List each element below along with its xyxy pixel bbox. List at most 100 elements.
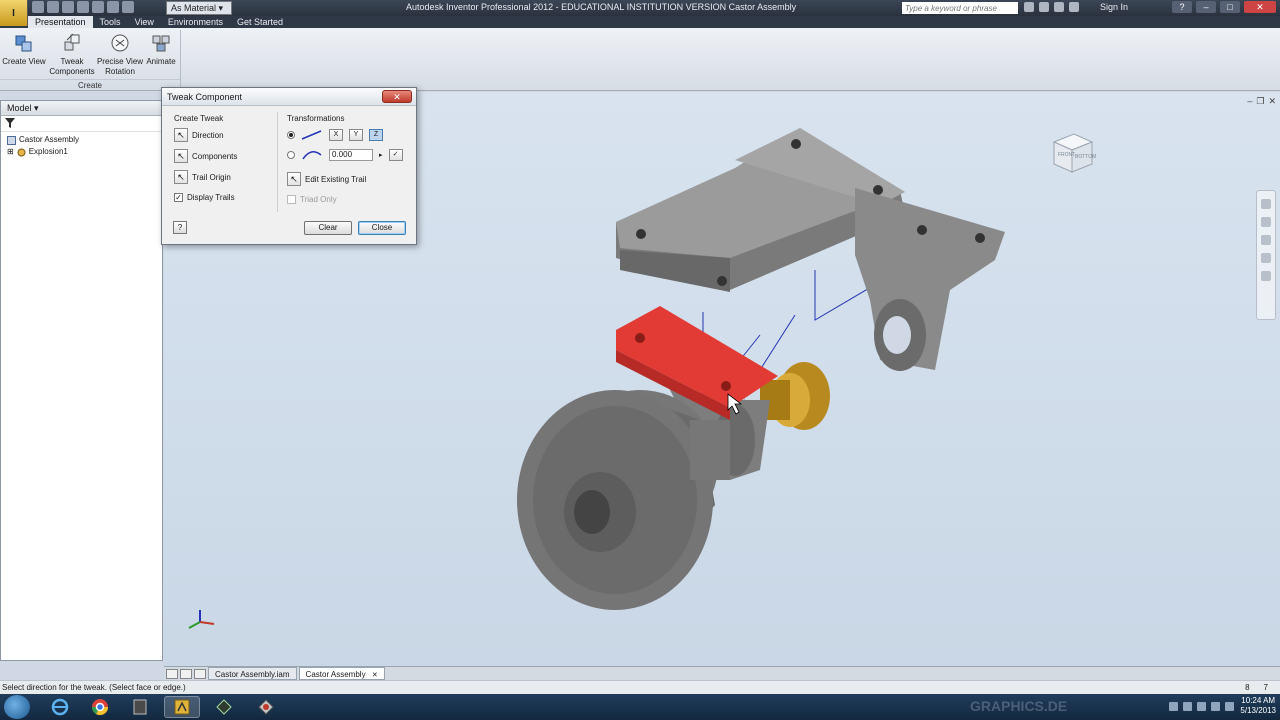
tile-windows-icon[interactable] — [166, 668, 178, 679]
tree-item-explosion1[interactable]: ⊞ Explosion1 — [7, 146, 156, 158]
arrange-windows-icon[interactable] — [180, 668, 192, 679]
doc-tab-close-icon[interactable]: ✕ — [372, 672, 378, 679]
create-view-label: Create View — [2, 57, 46, 66]
volume-icon[interactable] — [1197, 701, 1207, 711]
scroll-tabs-icon[interactable] — [194, 668, 206, 679]
search-icon[interactable] — [1024, 2, 1034, 12]
doc-tab-castor-assembly-iam[interactable]: Castor Assembly.iam — [208, 667, 297, 680]
viewcube[interactable]: FRONT BOTTOM — [1048, 128, 1098, 178]
clock-time: 10:24 AM — [1241, 696, 1276, 705]
y-axis-button[interactable]: Y — [349, 129, 363, 141]
doc-tab-castor-assembly[interactable]: Castor Assembly ✕ — [298, 667, 385, 680]
axis-triad-icon — [188, 610, 215, 629]
app2-taskbar-icon[interactable] — [206, 696, 242, 718]
start-button[interactable] — [4, 695, 30, 719]
subscription-icon[interactable] — [1054, 2, 1064, 12]
ie-taskbar-icon[interactable] — [42, 696, 78, 718]
triad-only-checkbox[interactable] — [287, 194, 296, 204]
tab-get-started[interactable]: Get Started — [230, 16, 290, 28]
rotate-radio[interactable] — [287, 151, 295, 159]
browser-header[interactable]: Model ▾ — [1, 101, 162, 116]
star-icon[interactable] — [1069, 2, 1079, 12]
tweak-components-icon — [61, 32, 83, 54]
create-view-button[interactable]: Create View — [2, 32, 46, 67]
clear-button[interactable]: Clear — [304, 221, 352, 235]
close-dialog-button[interactable]: Close — [358, 221, 406, 235]
expand-icon[interactable]: ⊞ — [7, 146, 14, 158]
tree-item-label: Explosion1 — [28, 147, 68, 156]
z-axis-button[interactable]: Z — [369, 129, 383, 141]
right-bracket[interactable] — [855, 188, 1005, 371]
rotate-icon — [302, 151, 322, 160]
direction-pick-button[interactable]: ↖ — [174, 128, 188, 142]
open-icon[interactable] — [47, 1, 59, 13]
create-view-icon — [13, 32, 35, 54]
apply-check-button[interactable]: ✓ — [388, 149, 403, 161]
rotate-row: 0.000 ▸ ✓ — [287, 145, 411, 165]
application-menu-button[interactable]: I — [0, 0, 28, 26]
transform-value-field[interactable]: 0.000 — [329, 149, 373, 161]
tray-arrow-icon[interactable] — [1169, 701, 1179, 711]
tab-view[interactable]: View — [128, 16, 161, 28]
model-browser: Model ▾ Castor Assembly ⊞ Explosion1 — [0, 100, 163, 661]
watermark: GRAPHICS.DE — [970, 698, 1068, 714]
bluetooth-icon[interactable] — [1225, 701, 1235, 711]
help-button[interactable]: ? — [1172, 1, 1192, 13]
zoom-icon[interactable] — [1261, 235, 1271, 245]
minimize-button[interactable]: – — [1196, 1, 1216, 13]
display-trails-checkbox[interactable]: ✓ — [174, 192, 183, 202]
tab-presentation[interactable]: Presentation — [28, 16, 93, 28]
network-icon[interactable] — [1211, 701, 1221, 711]
home-icon[interactable] — [107, 1, 119, 13]
binoculars-icon[interactable] — [1039, 2, 1049, 12]
orbit-icon[interactable] — [1261, 253, 1271, 263]
sign-in-link[interactable]: Sign In — [1100, 2, 1128, 12]
animate-button[interactable]: Animate — [144, 32, 178, 67]
save-icon[interactable] — [62, 1, 74, 13]
action-center-icon[interactable] — [1183, 701, 1193, 711]
new-icon[interactable] — [32, 1, 44, 13]
close-button[interactable]: ✕ — [1244, 1, 1276, 13]
viewcube-bottom-label: BOTTOM — [1075, 154, 1097, 160]
precise-view-rotation-button[interactable]: Precise View Rotation — [96, 32, 144, 77]
app-taskbar-icon[interactable] — [122, 696, 158, 718]
status-counts: 8 7 — [1245, 683, 1268, 692]
material-select[interactable]: As Material ▾ — [166, 1, 232, 15]
app-badge: I — [12, 7, 15, 19]
components-pick-button[interactable]: ↖ — [174, 149, 188, 163]
tree-item-label: Castor Assembly — [19, 135, 80, 144]
steering-wheel-icon[interactable] — [1261, 199, 1271, 209]
dialog-close-x-button[interactable]: ✕ — [382, 90, 412, 103]
redo-icon[interactable] — [92, 1, 104, 13]
trail-origin-pick-button[interactable]: ↖ — [174, 170, 188, 184]
tweak-components-button[interactable]: Tweak Components — [48, 32, 96, 77]
value-dropdown-arrow-icon[interactable]: ▸ — [379, 151, 383, 159]
tab-tools[interactable]: Tools — [93, 16, 128, 28]
navigation-bar — [1256, 190, 1276, 320]
wheel[interactable] — [517, 390, 730, 610]
ribbon: Create View Tweak Components Precise Vie… — [0, 28, 1280, 91]
inventor-taskbar-icon[interactable] — [164, 696, 200, 718]
look-at-icon[interactable] — [1261, 271, 1271, 281]
tweak-component-dialog: Tweak Component ✕ Create Tweak ↖ Directi… — [161, 87, 417, 245]
status-bar: Select direction for the tweak. (Select … — [0, 680, 1280, 694]
translate-radio[interactable] — [287, 131, 295, 139]
edit-existing-trail-button[interactable]: ↖ — [287, 172, 301, 186]
assembly-icon — [7, 135, 16, 145]
ribbon-tabs: Presentation Tools View Environments Get… — [28, 16, 290, 28]
undo-icon[interactable] — [77, 1, 89, 13]
select-icon[interactable] — [122, 1, 134, 13]
animate-icon — [150, 32, 172, 54]
maximize-button[interactable]: □ — [1220, 1, 1240, 13]
app3-taskbar-icon[interactable] — [248, 696, 284, 718]
filter-icon[interactable] — [5, 118, 15, 128]
tree-item-castor-assembly[interactable]: Castor Assembly — [7, 134, 156, 146]
help-search-input[interactable] — [902, 2, 1018, 14]
clock[interactable]: 10:24 AM 5/13/2013 — [1240, 696, 1276, 716]
dialog-title-bar: Tweak Component ✕ — [162, 88, 416, 106]
x-axis-button[interactable]: X — [329, 129, 343, 141]
chrome-taskbar-icon[interactable] — [82, 696, 118, 718]
dialog-help-button[interactable]: ? — [173, 221, 187, 234]
tab-environments[interactable]: Environments — [161, 16, 230, 28]
pan-icon[interactable] — [1261, 217, 1271, 227]
